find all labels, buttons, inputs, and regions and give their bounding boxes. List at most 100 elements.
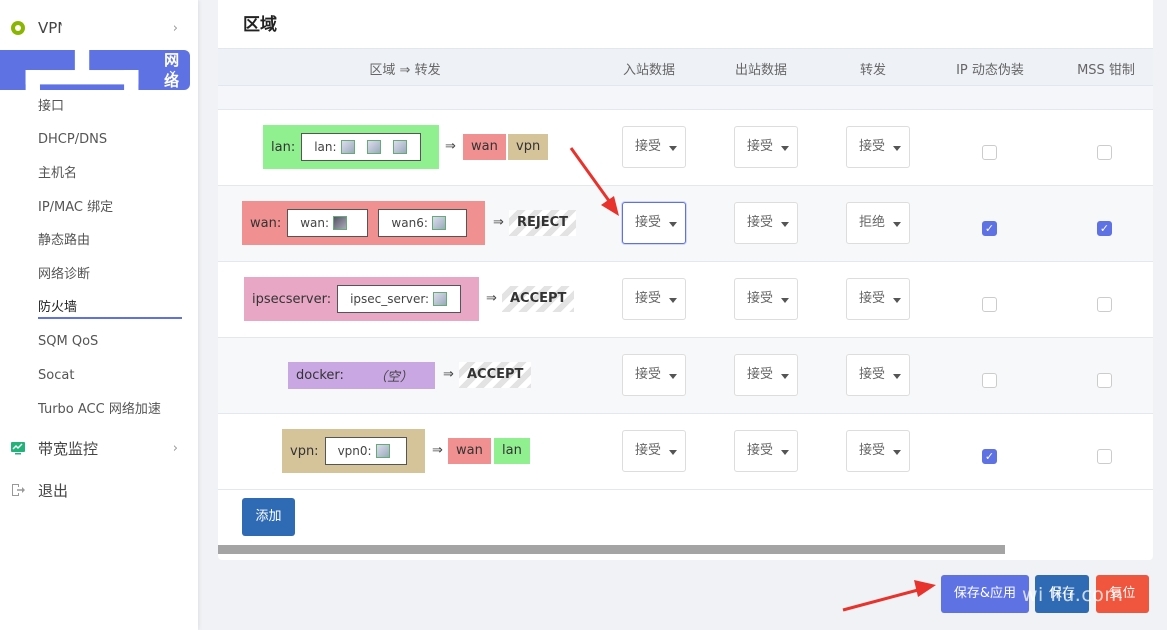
sidebar-sub-diagnostics[interactable]: 网络诊断 (38, 264, 182, 286)
horizontal-scrollbar[interactable] (218, 545, 1005, 554)
forward-target-wan: wan (448, 438, 491, 464)
input-policy-select[interactable]: 接受 (622, 278, 686, 320)
chevron-right-icon: › (172, 440, 178, 456)
monitor-icon (11, 442, 25, 455)
input-policy-select[interactable]: 接受 (622, 354, 686, 396)
iface-label: lan: (314, 140, 337, 154)
watermark: wi Iiu.com (1022, 584, 1124, 606)
forward-target-wan: wan (463, 134, 506, 160)
masquerade-checkbox[interactable] (982, 297, 997, 312)
zone-interfaces: vpn0: (324, 437, 407, 465)
zone-empty-label: （空） (373, 370, 413, 385)
output-policy-select[interactable]: 接受 (734, 202, 798, 244)
sidebar-sub-firewall[interactable]: 防火墙 (38, 297, 182, 319)
sidebar-item-label: 退出 (38, 481, 69, 500)
forward-target-vpn: vpn (508, 134, 549, 160)
forward-policy-select[interactable]: 接受 (846, 278, 910, 320)
header-input: 入站数据 (622, 63, 675, 78)
iface-label: vpn0: (337, 444, 372, 458)
table-row: lan: lan: ⇒ wan vpn 接受 接受 接受 (218, 110, 1153, 186)
zone-badge-ipsecserver: ipsecserver: ipsec_server: (244, 277, 479, 321)
zone-badge-lan: lan: lan: (263, 125, 439, 169)
masquerade-checkbox[interactable]: ✓ (982, 221, 997, 236)
forward-policy-select[interactable]: 拒绝 (846, 202, 910, 244)
add-zone-button[interactable]: 添加 (242, 498, 295, 536)
forward-arrow: ⇒ (432, 443, 443, 458)
ethernet-icon (340, 140, 355, 154)
masquerade-checkbox[interactable]: ✓ (982, 449, 997, 464)
forward-arrow: ⇒ (443, 367, 454, 382)
chevron-right-icon: › (172, 20, 178, 36)
ethernet-icon (375, 444, 390, 458)
iface-label: wan6: (391, 216, 428, 230)
zone-interfaces: lan: (301, 133, 421, 161)
table-row: docker: （空） ⇒ ACCEPT 接受 接受 接受 (218, 338, 1153, 414)
masquerade-checkbox[interactable] (982, 373, 997, 388)
table-spacer-row (218, 86, 1153, 110)
zone-badge-vpn: vpn: vpn0: (282, 429, 425, 473)
sidebar-item-logout[interactable]: 退出 (0, 472, 190, 508)
zones-panel: 区域 区域 ⇒ 转发 入站数据 出站数据 转发 IP 动态伪装 MSS 钳制 l… (218, 0, 1153, 560)
sidebar-item-network[interactable]: 网络 ⌄ (0, 0, 190, 142)
ethernet-icon (392, 140, 407, 154)
zone-interfaces: ipsec_server: (337, 285, 461, 313)
table-header: 区域 ⇒ 转发 入站数据 出站数据 转发 IP 动态伪装 MSS 钳制 (218, 48, 1153, 86)
forward-policy-select[interactable]: 接受 (846, 354, 910, 396)
input-policy-select[interactable]: 接受 (622, 126, 686, 168)
table-row: vpn: vpn0: ⇒ wan lan 接受 接受 接受 ✓ (218, 414, 1153, 490)
zone-name: docker: (296, 368, 344, 383)
header-output: 出站数据 (734, 63, 787, 78)
masquerade-checkbox[interactable] (982, 145, 997, 160)
ethernet-icon (431, 216, 446, 230)
zone-name: ipsecserver: (252, 291, 332, 307)
forward-policy-select[interactable]: 接受 (846, 430, 910, 472)
zone-name: vpn: (290, 443, 319, 459)
output-policy-select[interactable]: 接受 (734, 126, 798, 168)
mss-checkbox[interactable] (1097, 373, 1112, 388)
mss-checkbox[interactable] (1097, 449, 1112, 464)
annotation-arrow-line (842, 588, 919, 612)
zone-name: lan: (271, 139, 296, 155)
annotation-arrowhead (914, 580, 936, 597)
mss-checkbox[interactable] (1097, 145, 1112, 160)
input-policy-select[interactable]: 接受 (622, 430, 686, 472)
forward-target-accept: ACCEPT (459, 362, 532, 388)
sidebar-sub-interfaces[interactable]: 接口 (38, 96, 182, 118)
header-zone: 区域 ⇒ 转发 (369, 63, 441, 78)
forward-target-lan: lan (494, 438, 530, 464)
forward-arrow: ⇒ (445, 139, 456, 154)
sidebar-item-bandwidth[interactable]: 带宽监控 › (0, 430, 190, 466)
save-apply-button[interactable]: 保存&应用 (941, 575, 1029, 613)
output-policy-select[interactable]: 接受 (734, 278, 798, 320)
zone-interface-wan6: wan6: (378, 209, 467, 237)
output-policy-select[interactable]: 接受 (734, 354, 798, 396)
zone-badge-wan: wan: wan: wan6: (242, 201, 485, 245)
sidebar-sub-dhcp-dns[interactable]: DHCP/DNS (38, 129, 182, 151)
table-row: ipsecserver: ipsec_server: ⇒ ACCEPT 接受 接… (218, 262, 1153, 338)
sidebar-sub-sqm[interactable]: SQM QoS (38, 331, 182, 353)
zone-interface-wan: wan: (287, 209, 369, 237)
output-policy-select[interactable]: 接受 (734, 430, 798, 472)
forward-arrow: ⇒ (486, 291, 497, 306)
sidebar-sub-ip-mac[interactable]: IP/MAC 绑定 (38, 197, 182, 219)
forward-arrow: ⇒ (493, 215, 504, 230)
sidebar-sub-socat[interactable]: Socat (38, 365, 182, 387)
sidebar-sub-static-routes[interactable]: 静态路由 (38, 230, 182, 252)
sidebar: VPN › 网络 ⌄ 接口 DHCP/DNS 主机名 IP/MAC 绑定 静态路… (0, 0, 198, 630)
mss-checkbox[interactable]: ✓ (1097, 221, 1112, 236)
chevron-down-icon: ⌄ (167, 62, 178, 78)
bridge-icon (333, 216, 348, 230)
mss-checkbox[interactable] (1097, 297, 1112, 312)
header-masquerade: IP 动态伪装 (956, 63, 1024, 78)
ethernet-icon (366, 140, 381, 154)
forward-policy-select[interactable]: 接受 (846, 126, 910, 168)
sidebar-sub-hostnames[interactable]: 主机名 (38, 163, 182, 185)
input-policy-select[interactable]: 接受 (622, 202, 686, 244)
sidebar-sub-turbo-acc[interactable]: Turbo ACC 网络加速 (38, 399, 182, 421)
ethernet-icon (433, 292, 448, 306)
logout-icon (12, 484, 25, 496)
iface-label: wan: (300, 216, 330, 230)
sidebar-item-label: 带宽监控 (38, 439, 99, 458)
header-mss: MSS 钳制 (1077, 63, 1135, 78)
forward-target-accept: ACCEPT (502, 286, 575, 312)
